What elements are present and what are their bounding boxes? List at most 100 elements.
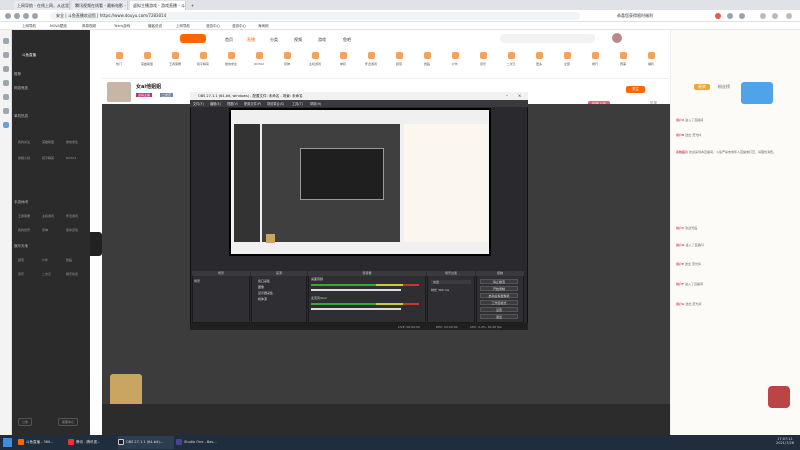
taskbar-item[interactable]: 腾讯 - 腾讯视... xyxy=(68,436,116,449)
category-item[interactable]: 原神 xyxy=(272,52,302,66)
category-item[interactable]: 单机 xyxy=(328,52,358,66)
promo-label[interactable]: 恭喜您获得限时福利 xyxy=(617,12,653,20)
minimize-icon[interactable] xyxy=(760,13,766,19)
category-item[interactable]: 二次元 xyxy=(496,52,526,66)
sidebar-item[interactable]: 原神 xyxy=(42,228,48,232)
download-icon[interactable] xyxy=(727,13,733,19)
category-item[interactable]: 排行 xyxy=(580,52,610,66)
tab-navigation[interactable]: 上网导航 - 在线上网，从这里开始 xyxy=(14,1,70,10)
category-item[interactable]: 和平精英 xyxy=(188,52,218,66)
category-item[interactable]: 王者荣耀 xyxy=(160,52,190,66)
clock[interactable]: 17:07:11 2021/7/26 xyxy=(776,437,794,445)
sidebar-item[interactable]: 使命召唤 xyxy=(66,228,78,232)
transition-duration[interactable]: 时长 300 ms xyxy=(431,288,449,292)
category-item[interactable]: 舞蹈 xyxy=(412,52,442,66)
bookmark-item[interactable]: 上网导航 xyxy=(176,22,190,30)
sidebar-item[interactable]: 英雄联盟 xyxy=(42,140,54,144)
history-icon[interactable] xyxy=(3,52,9,58)
category-item[interactable]: 赛事 xyxy=(608,52,638,66)
vip-tab[interactable]: 贵宾 xyxy=(694,84,710,90)
url-input[interactable]: 安全 | 斗鱼直播欢迎您 | https://www.douyu.com/728… xyxy=(50,12,580,20)
category-item[interactable]: 怀旧游戏 xyxy=(356,52,386,66)
mail-icon[interactable] xyxy=(3,94,9,100)
maximize-icon[interactable] xyxy=(772,13,778,19)
stop-streaming-button[interactable]: 停止推流 xyxy=(480,279,518,284)
download-icon[interactable] xyxy=(3,66,9,72)
sidebar-logo[interactable]: 斗鱼直播 xyxy=(22,53,36,58)
back-icon[interactable] xyxy=(5,13,11,19)
category-item[interactable]: 热门 xyxy=(104,52,134,66)
customer-service-button[interactable]: 客服中心 xyxy=(58,418,79,426)
tab-video[interactable]: 腾讯视频在线看 - 最新电影 - 大量在线 xyxy=(72,1,128,10)
floating-game-icon[interactable] xyxy=(768,386,790,408)
bookmark-item[interactable]: 漫游中心 xyxy=(206,22,220,30)
sidebar-section[interactable]: 手游休闲 xyxy=(14,200,28,205)
sidebar-item[interactable]: 二次元 xyxy=(42,272,51,276)
source-item[interactable]: 窗口采集 xyxy=(258,279,270,283)
obs-menu-edit[interactable]: 编辑(E) xyxy=(210,101,221,106)
obs-menu-profile[interactable]: 配置文件(P) xyxy=(244,101,261,106)
announcement-button[interactable]: 公告 xyxy=(18,418,33,426)
taskbar-item[interactable]: OBS 27.1.1 (64-bit)... xyxy=(118,436,174,449)
room-tag[interactable]: 二次元 xyxy=(160,93,174,97)
obs-menu-file[interactable]: 文件(F) xyxy=(193,101,204,106)
category-item[interactable]: 音乐 xyxy=(468,52,498,66)
extension-icon[interactable] xyxy=(715,13,721,19)
sidebar-section[interactable]: 娱乐天地 xyxy=(14,244,28,249)
scene-item[interactable]: 场景 xyxy=(194,279,200,283)
home-icon[interactable] xyxy=(32,13,38,19)
category-item[interactable]: 英雄联盟 xyxy=(132,52,162,66)
bookmark-item[interactable]: 海淘网 xyxy=(258,22,269,30)
forward-icon[interactable] xyxy=(14,13,20,19)
studio-mode-button[interactable]: 工作室模式 xyxy=(480,300,518,305)
bookmark-item[interactable]: 简易视频 xyxy=(82,22,96,30)
obs-menu-scene-collection[interactable]: 场景集合(S) xyxy=(267,101,284,106)
fans-tab[interactable]: 粉丝榜 xyxy=(718,84,730,90)
exit-button[interactable]: 退出 xyxy=(480,314,518,319)
obs-minimize-icon[interactable]: – xyxy=(506,93,508,98)
category-item[interactable]: DOTA2 xyxy=(244,52,274,66)
transition-select[interactable]: 淡出 xyxy=(431,280,471,284)
settings-button[interactable]: 设置 xyxy=(480,307,518,312)
taskbar-item[interactable]: 斗鱼直播 - 360... xyxy=(18,436,66,449)
category-item[interactable]: 绝地求生 xyxy=(216,52,246,66)
sidebar-item[interactable]: 舞蹈 xyxy=(66,258,72,262)
sidebar-item[interactable]: 娱乐综合 xyxy=(66,272,78,276)
close-icon[interactable] xyxy=(786,13,792,19)
promo-banner-image[interactable] xyxy=(741,82,773,104)
obs-menu-view[interactable]: 视图(V) xyxy=(227,101,238,106)
source-item[interactable]: 显示器采集 xyxy=(258,291,273,295)
virtual-camera-button[interactable]: 启动虚拟摄像机 xyxy=(480,293,518,298)
category-item[interactable]: 福利 xyxy=(636,52,666,66)
sidebar-item[interactable]: 绝地求生 xyxy=(66,140,78,144)
room-tag[interactable]: 虚拟主播 xyxy=(136,93,153,97)
streamer-avatar[interactable] xyxy=(107,82,131,102)
category-item[interactable]: 颜值 xyxy=(384,52,414,66)
sidebar-collapse-handle[interactable] xyxy=(90,232,102,256)
nav-game[interactable]: 游戏 xyxy=(318,37,326,43)
sidebar-item[interactable]: 怀旧游戏 xyxy=(66,214,78,218)
source-item[interactable]: 媒体源 xyxy=(258,297,267,301)
sidebar-section[interactable]: 单机热游 xyxy=(14,114,28,119)
sidebar-item[interactable]: 穿越火线 xyxy=(18,156,30,160)
sidebar-item[interactable]: 我的世界 xyxy=(18,228,30,232)
sidebar-item[interactable]: 我的关注 xyxy=(18,140,30,144)
douyu-logo[interactable] xyxy=(180,34,206,43)
sidebar-item[interactable]: 颜值 xyxy=(18,258,24,262)
source-item[interactable]: 图像 xyxy=(258,285,264,289)
bookmark-item[interactable]: 漫游中心 xyxy=(232,22,246,30)
sidebar-section[interactable]: 网游竞技 xyxy=(14,86,28,91)
tab-douyu-active[interactable]: 虚拟主播游戏 - 游戏直播 - 斗鱼直播 xyxy=(130,1,186,10)
sidebar-section[interactable]: 推荐 xyxy=(14,72,21,77)
game-icon[interactable] xyxy=(3,80,9,86)
nav-category[interactable]: 分类 xyxy=(270,37,278,43)
bookmark-item[interactable]: 播客说说 xyxy=(148,22,162,30)
sidebar-item[interactable]: 和平精英 xyxy=(42,156,54,160)
video-icon[interactable] xyxy=(3,108,9,114)
category-item[interactable]: 户外 xyxy=(440,52,470,66)
sidebar-item[interactable]: 王者荣耀 xyxy=(18,214,30,218)
sidebar-item[interactable]: 户外 xyxy=(42,258,48,262)
shield-icon[interactable] xyxy=(3,122,9,128)
site-search-input[interactable] xyxy=(500,34,595,43)
nav-home[interactable]: 首页 xyxy=(225,37,233,43)
